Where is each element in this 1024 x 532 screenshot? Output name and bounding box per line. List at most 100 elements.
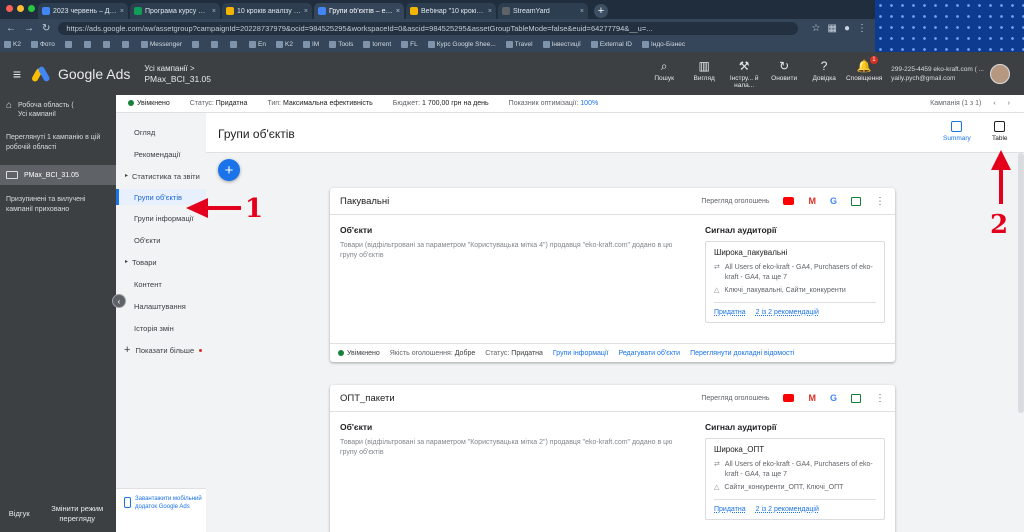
bookmark-item[interactable]: En — [249, 41, 266, 48]
gmail-icon[interactable]: M — [808, 196, 816, 206]
optimization-score[interactable]: Показник оптимізації: 100% — [509, 100, 599, 107]
minimize-window-dot[interactable] — [17, 5, 24, 12]
nav-item[interactable]: ▸ Товари — [116, 251, 206, 273]
bookmark-item[interactable]: External ID — [590, 41, 632, 48]
bookmark-item[interactable]: Travel — [505, 41, 533, 48]
nav-item[interactable]: Історія змін — [116, 317, 206, 339]
nav-item[interactable]: Налаштування — [116, 295, 206, 317]
bookmark-item[interactable]: Курс Google Shee... — [427, 41, 496, 48]
view-details-link[interactable]: Переглянути докладні відомості — [690, 350, 794, 357]
scrollbar[interactable] — [1018, 153, 1024, 413]
audience-signal-box[interactable]: Широка_ОПТ ⇄ All Users of eko-kraft - GA4,… — [705, 438, 885, 520]
next-campaign-icon[interactable]: › — [1008, 100, 1010, 107]
account-selector[interactable]: Усі кампанії > PMax_BCI_31.05 — [144, 63, 211, 85]
bookmark-item[interactable]: K2 — [4, 41, 21, 48]
bookmark-item[interactable]: K2 — [276, 41, 293, 48]
asset-group-name[interactable]: Пакувальні — [340, 196, 389, 207]
signal-recommendations[interactable]: 2 із 2 рекомендацій — [756, 506, 819, 513]
bookmark-item[interactable]: Messenger — [140, 41, 182, 48]
campaign-state[interactable]: Увімкнено — [128, 100, 170, 107]
tab-close-icon[interactable]: × — [488, 8, 492, 15]
tab-close-icon[interactable]: × — [396, 8, 400, 15]
back-icon[interactable]: ← — [6, 23, 16, 34]
bookmark-item[interactable] — [64, 41, 74, 48]
bookmark-item[interactable] — [192, 41, 201, 48]
bookmark-item[interactable]: Фото — [30, 41, 55, 48]
summary-view-button[interactable]: Summary — [943, 121, 971, 142]
avatar[interactable] — [990, 63, 1010, 84]
new-tab-button[interactable]: + — [594, 4, 608, 18]
header-tool-bell[interactable]: 🔔 1 Сповіщення — [846, 55, 882, 89]
mobile-app-promo[interactable]: Завантажити мобільний додаток Google Ads — [116, 488, 206, 532]
bookmark-item[interactable]: Tools — [329, 41, 353, 48]
reload-icon[interactable]: ↻ — [42, 23, 50, 34]
extensions-icon[interactable]: ▦ — [828, 23, 837, 34]
menu-icon[interactable]: ≡ — [0, 66, 34, 82]
bookmark-item[interactable]: FL — [401, 41, 418, 48]
signal-status[interactable]: Придатна — [714, 309, 746, 316]
user-info[interactable]: 299-225-4459 eko-kraft.com ( ... yaily.p… — [891, 65, 984, 83]
show-more-button[interactable]: + Показати більше — [116, 339, 206, 361]
browser-tab[interactable]: Вебінар "10 кроків аналізу еф× — [406, 3, 496, 19]
browser-tab[interactable]: Групи об'єктів – eko-kraft.com× — [314, 3, 404, 19]
tab-close-icon[interactable]: × — [212, 8, 216, 15]
table-view-button[interactable]: Table — [992, 121, 1008, 142]
signal-recommendations[interactable]: 2 із 2 рекомендацій — [756, 309, 819, 316]
google-ads-logo[interactable]: Google Ads — [30, 65, 130, 83]
ad-preview-link[interactable]: Перегляд оголошень — [701, 198, 769, 205]
nav-item[interactable]: Об'єкти — [116, 229, 206, 251]
tab-close-icon[interactable]: × — [304, 8, 308, 15]
gmail-icon[interactable]: M — [808, 393, 816, 403]
youtube-icon[interactable] — [783, 197, 795, 205]
asset-group-state[interactable]: Увімкнено — [338, 350, 380, 357]
header-tool-help[interactable]: ? Довідка — [807, 59, 841, 89]
audience-signal-box[interactable]: Широка_пакувальні ⇄ All Users of eko-kraft… — [705, 241, 885, 323]
rail-campaign-item[interactable]: PMax_BCI_31.05 — [0, 165, 116, 185]
bookmark-star-icon[interactable]: ☆ — [812, 23, 821, 34]
forward-icon[interactable]: → — [24, 23, 34, 34]
more-options-icon[interactable]: ⋮ — [875, 196, 885, 207]
change-view-mode-link[interactable]: Змінити режим перегляду — [47, 504, 107, 524]
browser-tab[interactable]: StreamYard × — [498, 3, 588, 19]
tab-close-icon[interactable]: × — [580, 8, 584, 15]
campaign-budget[interactable]: Бюджет: 1 700,00 грн на день — [393, 100, 489, 107]
browser-tab[interactable]: Програма курсу – Google Ш× — [130, 3, 220, 19]
asset-group-name[interactable]: ОПТ_пакети — [340, 393, 395, 404]
header-tool-chart[interactable]: ▥ Вигляд — [687, 59, 721, 89]
google-search-icon[interactable]: G — [830, 196, 837, 206]
google-search-icon[interactable]: G — [830, 393, 837, 403]
bookmark-item[interactable] — [230, 41, 239, 48]
bookmark-item[interactable]: Індо-Бізнес — [641, 41, 685, 48]
bookmark-item[interactable] — [121, 41, 131, 48]
nav-item[interactable]: ▸ Статистика та звіти — [116, 165, 206, 187]
bookmark-item[interactable]: torrent — [363, 41, 391, 48]
bookmark-item[interactable]: Інвестиції — [542, 41, 581, 48]
edit-assets-link[interactable]: Редагувати об'єкти — [618, 350, 680, 357]
header-tool-refresh[interactable]: ↻ Оновити — [767, 59, 801, 89]
display-icon[interactable] — [851, 393, 861, 403]
youtube-icon[interactable] — [783, 394, 795, 402]
more-options-icon[interactable]: ⋮ — [875, 393, 885, 404]
bookmark-item[interactable] — [83, 41, 93, 48]
ad-preview-link[interactable]: Перегляд оголошень — [701, 395, 769, 402]
listing-groups-link[interactable]: Групи інформації — [553, 350, 609, 357]
collapse-rail-button[interactable]: ‹ — [112, 294, 126, 308]
bookmark-item[interactable] — [211, 41, 220, 48]
nav-item[interactable]: Контент — [116, 273, 206, 295]
header-tool-search[interactable]: ⌕ Пошук — [647, 59, 681, 89]
nav-item[interactable]: Огляд — [116, 121, 206, 143]
close-window-dot[interactable] — [6, 5, 13, 12]
add-asset-group-button[interactable]: + — [218, 159, 240, 181]
prev-campaign-icon[interactable]: ‹ — [993, 100, 995, 107]
workspace-selector[interactable]: ⌂ Робоча область ( Усі кампанії — [0, 95, 116, 125]
display-icon[interactable] — [851, 196, 861, 206]
browser-menu-icon[interactable]: ⋮ — [857, 23, 867, 34]
address-bar[interactable]: https://ads.google.com/aw/assetgroup?cam… — [58, 21, 798, 35]
bookmark-item[interactable] — [102, 41, 112, 48]
browser-tab[interactable]: 2023 червень – Дайджест – Goo× — [38, 3, 128, 19]
feedback-link[interactable]: Відгук — [9, 509, 30, 519]
browser-tab[interactable]: 10 кроків аналізу ефективнос× — [222, 3, 312, 19]
header-tool-wrench[interactable]: ⚒ Інстру... й нала... — [727, 59, 761, 89]
bookmark-item[interactable]: IM — [302, 41, 319, 48]
maximize-window-dot[interactable] — [28, 5, 35, 12]
